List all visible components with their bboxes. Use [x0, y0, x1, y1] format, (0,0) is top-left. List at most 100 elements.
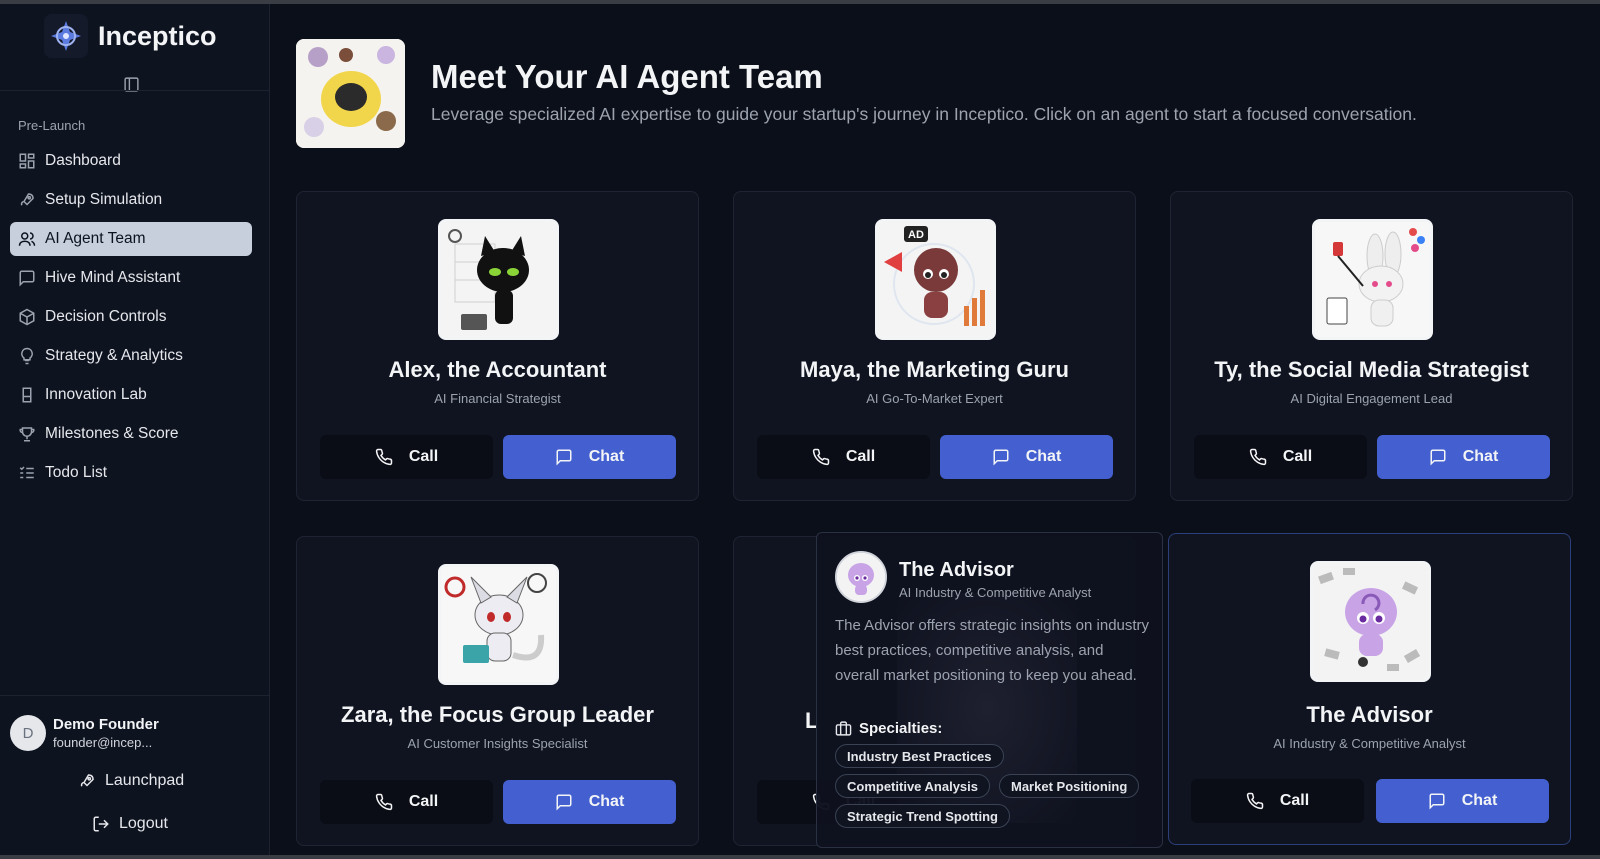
agent-role: AI Industry & Competitive Analyst [1273, 736, 1466, 751]
agent-card-maya[interactable]: AD Maya, the Marketing Guru AI Go-To-Mar… [733, 191, 1136, 501]
sidebar-item-todo-list[interactable]: Todo List [10, 456, 252, 490]
launchpad-link[interactable]: Launchpad [78, 772, 184, 790]
call-button[interactable]: Call [320, 780, 493, 824]
message-square-icon [19, 270, 35, 287]
agent-card-zara[interactable]: Zara, the Focus Group Leader AI Customer… [296, 536, 699, 846]
sidebar-item-hive-mind-assistant[interactable]: Hive Mind Assistant [10, 261, 252, 295]
agent-role: AI Customer Insights Specialist [407, 736, 588, 751]
specialty-chip: Industry Best Practices [835, 744, 1004, 768]
page-subtitle: Leverage specialized AI expertise to gui… [431, 104, 1417, 124]
call-button[interactable]: Call [320, 435, 493, 479]
call-label: Call [1279, 792, 1310, 809]
call-button[interactable]: Call [1191, 779, 1364, 823]
phone-icon [812, 448, 830, 466]
call-button[interactable]: Call [757, 435, 930, 479]
agent-avatar [1312, 219, 1433, 340]
nav-group-label: Pre-Launch [18, 118, 86, 133]
team-hero-image [296, 39, 405, 148]
agent-name: Zara, the Focus Group Leader [341, 702, 654, 727]
sidebar-item-label: Innovation Lab [45, 386, 147, 403]
sidebar-item-decision-controls[interactable]: Decision Controls [10, 300, 252, 334]
hover-card-name: The Advisor [899, 559, 1014, 581]
hover-card-description: The Advisor offers strategic insights on… [835, 617, 1150, 684]
sidebar-footer-divider [0, 695, 270, 696]
call-label: Call [845, 448, 876, 465]
chat-button[interactable]: Chat [940, 435, 1113, 479]
user-name: Demo Founder [53, 716, 159, 733]
chat-label: Chat [588, 448, 625, 465]
sidebar-item-label: Decision Controls [45, 308, 167, 325]
trophy-icon [19, 427, 35, 442]
page-title: Meet Your AI Agent Team [431, 58, 823, 95]
app-logo-icon [44, 14, 88, 58]
agent-card-advisor[interactable]: The Advisor AI Industry & Competitive An… [1168, 533, 1571, 845]
agent-card-alex[interactable]: Alex, the Accountant AI Financial Strate… [296, 191, 699, 501]
avatar: D [10, 715, 46, 751]
phone-icon [375, 793, 393, 811]
sidebar-item-label: Setup Simulation [45, 191, 163, 208]
app-name: Inceptico [98, 20, 217, 51]
phone-icon [375, 448, 393, 466]
user-profile[interactable]: D Demo Founder founder@incep... [10, 715, 159, 751]
agent-role: AI Digital Engagement Lead [1290, 391, 1453, 406]
sidebar-item-label: Todo List [45, 464, 108, 481]
sidebar-item-label: Dashboard [45, 152, 121, 169]
users-icon [18, 232, 36, 246]
chat-label: Chat [588, 793, 625, 810]
sidebar-item-setup-simulation[interactable]: Setup Simulation [10, 183, 252, 217]
call-label: Call [408, 448, 439, 465]
specialty-chip: Competitive Analysis [835, 774, 991, 798]
sidebar-item-dashboard[interactable]: Dashboard [10, 144, 252, 178]
sidebar: Inceptico Pre-Launch Dashboard Setup Sim… [0, 4, 270, 855]
agent-name: Alex, the Accountant [388, 357, 607, 382]
logout-label: Logout [119, 815, 168, 832]
chat-label: Chat [1461, 792, 1498, 809]
brand[interactable]: Inceptico [44, 14, 217, 58]
window-bottom-border [0, 855, 1600, 859]
sidebar-item-milestones-score[interactable]: Milestones & Score [10, 417, 252, 451]
chat-button[interactable]: Chat [1377, 435, 1550, 479]
sidebar-nav: Dashboard Setup Simulation AI Agent Team… [10, 144, 252, 495]
logout-button[interactable]: Logout [92, 815, 168, 833]
agent-avatar [1310, 561, 1431, 682]
agent-role: AI Financial Strategist [434, 391, 561, 406]
message-square-icon [1430, 449, 1446, 466]
agent-card-ty[interactable]: Ty, the Social Media Strategist AI Digit… [1170, 191, 1573, 501]
chat-button[interactable]: Chat [503, 780, 676, 824]
specialties-heading: Specialties: [835, 720, 942, 737]
agent-name: Ty, the Social Media Strategist [1214, 357, 1529, 382]
launchpad-label: Launchpad [105, 772, 185, 789]
sidebar-item-label: Milestones & Score [45, 425, 179, 442]
sidebar-item-label: Hive Mind Assistant [45, 269, 181, 286]
grid-icon [19, 153, 35, 169]
briefcase-icon [835, 721, 852, 736]
chat-button[interactable]: Chat [1376, 779, 1549, 823]
phone-icon [1249, 448, 1267, 466]
sidebar-item-label: Strategy & Analytics [45, 347, 183, 364]
list-todo-icon [19, 466, 34, 479]
message-square-icon [993, 449, 1009, 466]
sidebar-divider [0, 90, 270, 91]
sidebar-item-strategy-analytics[interactable]: Strategy & Analytics [10, 339, 252, 373]
lightbulb-icon [21, 347, 33, 365]
sidebar-toggle-icon[interactable] [121, 74, 141, 94]
svg-text:AD: AD [908, 229, 924, 241]
agent-hover-card: The Advisor AI Industry & Competitive An… [816, 532, 1163, 848]
sidebar-item-innovation-lab[interactable]: Innovation Lab [10, 378, 252, 412]
message-square-icon [556, 794, 572, 811]
user-email: founder@incep... [53, 735, 153, 750]
beaker-icon [22, 387, 32, 403]
chat-label: Chat [1025, 448, 1062, 465]
rocket-icon [80, 774, 94, 787]
chat-button[interactable]: Chat [503, 435, 676, 479]
call-label: Call [408, 793, 439, 810]
sidebar-item-ai-agent-team[interactable]: AI Agent Team [10, 222, 252, 256]
box-icon [19, 308, 35, 326]
agent-avatar: AD [875, 219, 996, 340]
call-label: Call [1282, 448, 1313, 465]
agent-role: AI Go-To-Market Expert [866, 391, 1003, 406]
logout-icon [93, 816, 109, 832]
message-square-icon [1429, 793, 1445, 810]
hover-card-avatar [835, 551, 887, 603]
call-button[interactable]: Call [1194, 435, 1367, 479]
